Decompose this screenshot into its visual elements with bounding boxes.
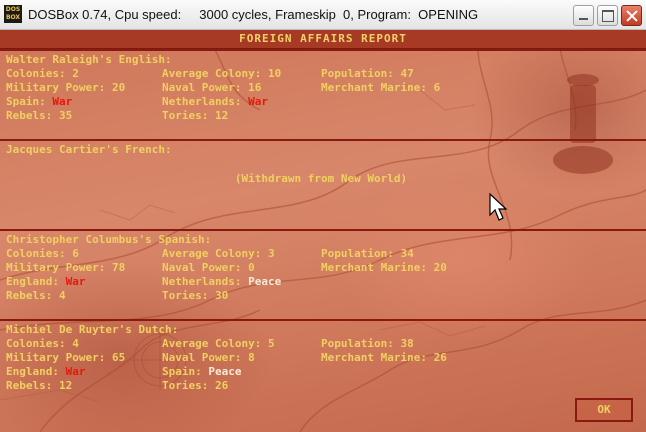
- stat-merchant-marine: Merchant Marine: 6: [321, 81, 441, 94]
- stat-population: Population: 38: [321, 337, 414, 350]
- stat-tories: Tories: 30: [162, 289, 229, 302]
- stat-rebels: Rebels: 4: [6, 289, 66, 302]
- close-button[interactable]: [621, 5, 642, 26]
- stat-value: 6: [72, 247, 79, 260]
- stat-naval-power: Naval Power: 8: [162, 351, 255, 364]
- stat-value: 65: [111, 351, 126, 364]
- dosbox-icon-text-bottom: BOX: [5, 14, 21, 21]
- stat-value: 20: [111, 81, 126, 94]
- nation-title: Michiel De Ruyter's Dutch:: [6, 323, 179, 336]
- stat-average-colony: Average Colony: 5: [162, 337, 275, 350]
- relation-status: War: [52, 95, 73, 108]
- relation-status: Peace: [248, 275, 282, 288]
- stat-merchant-marine: Merchant Marine: 26: [321, 351, 447, 364]
- stat-value: 38: [400, 337, 414, 350]
- stat-value: 5: [267, 337, 275, 350]
- stat-value: 12: [58, 379, 73, 392]
- stat-value: 26: [433, 351, 447, 364]
- nation-title: Christopher Columbus's Spanish:: [6, 233, 212, 246]
- stat-population: Population: 47: [321, 67, 414, 80]
- stat-value: 10: [267, 67, 282, 80]
- stat-value: 12: [214, 109, 229, 122]
- stat-value: 78: [111, 261, 126, 274]
- stat-average-colony: Average Colony: 10: [162, 67, 282, 80]
- stat-military-power: Military Power: 65: [6, 351, 126, 364]
- ok-button[interactable]: OK: [575, 398, 633, 422]
- stat-value: 8: [248, 351, 255, 364]
- stat-rebels: Rebels: 12: [6, 379, 73, 392]
- stat-colonies: Colonies: 6: [6, 247, 79, 260]
- stat-rebels: Rebels: 35: [6, 109, 73, 122]
- window-title: DOSBox 0.74, Cpu speed: 3000 cycles, Fra…: [28, 7, 479, 22]
- stat-naval-power: Naval Power: 0: [162, 261, 255, 274]
- stat-value: 20: [433, 261, 447, 274]
- separator: [0, 229, 646, 231]
- stat-value: 6: [433, 81, 441, 94]
- stat-value: 16: [248, 81, 262, 94]
- separator: [0, 319, 646, 321]
- stat-value: 26: [214, 379, 229, 392]
- stat-value: 35: [58, 109, 73, 122]
- stat-value: 4: [58, 289, 66, 302]
- stat-tories: Tories: 26: [162, 379, 229, 392]
- maximize-button[interactable]: [597, 5, 618, 26]
- stat-value: 34: [400, 247, 414, 260]
- stat-colonies: Colonies: 4: [6, 337, 79, 350]
- game-screen[interactable]: FOREIGN AFFAIRS REPORT Walter Raleigh's …: [0, 30, 646, 432]
- nation-title: Jacques Cartier's French:: [6, 143, 172, 156]
- stat-naval-power: Naval Power: 16: [162, 81, 262, 94]
- separator: [0, 49, 646, 51]
- mouse-cursor-icon: [489, 193, 508, 221]
- stat-relation-netherlands: Netherlands: War: [162, 95, 268, 108]
- stat-tories: Tories: 12: [162, 109, 229, 122]
- dosbox-icon-text-top: DOS: [5, 6, 21, 13]
- relation-status: War: [65, 365, 86, 378]
- stat-merchant-marine: Merchant Marine: 20: [321, 261, 447, 274]
- stat-value: 3: [267, 247, 275, 260]
- relation-status: War: [65, 275, 86, 288]
- stat-relation-england: England: War: [6, 365, 86, 378]
- stat-military-power: Military Power: 20: [6, 81, 126, 94]
- stat-value: 0: [248, 261, 255, 274]
- report-header: FOREIGN AFFAIRS REPORT: [0, 30, 646, 50]
- separator: [0, 139, 646, 141]
- stat-average-colony: Average Colony: 3: [162, 247, 275, 260]
- minimize-button[interactable]: [573, 5, 594, 26]
- stat-value: 47: [400, 67, 414, 80]
- relation-status: Peace: [208, 365, 242, 378]
- stat-population: Population: 34: [321, 247, 414, 260]
- stat-relation-netherlands: Netherlands: Peace: [162, 275, 282, 288]
- relation-status: War: [248, 95, 268, 108]
- stat-value: 4: [72, 337, 79, 350]
- dosbox-icon[interactable]: DOS BOX: [4, 5, 22, 23]
- stat-relation-spain: Spain: Peace: [162, 365, 242, 378]
- stat-relation-england: England: War: [6, 275, 86, 288]
- stat-colonies: Colonies: 2: [6, 67, 79, 80]
- stat-military-power: Military Power: 78: [6, 261, 126, 274]
- window-titlebar[interactable]: DOS BOX DOSBox 0.74, Cpu speed: 3000 cyc…: [0, 0, 646, 30]
- stat-relation-spain: Spain: War: [6, 95, 73, 108]
- stat-value: 2: [72, 67, 79, 80]
- nation-title: Walter Raleigh's English:: [6, 53, 172, 66]
- stat-value: 30: [214, 289, 229, 302]
- withdrawn-status: (Withdrawn from New World): [234, 172, 408, 185]
